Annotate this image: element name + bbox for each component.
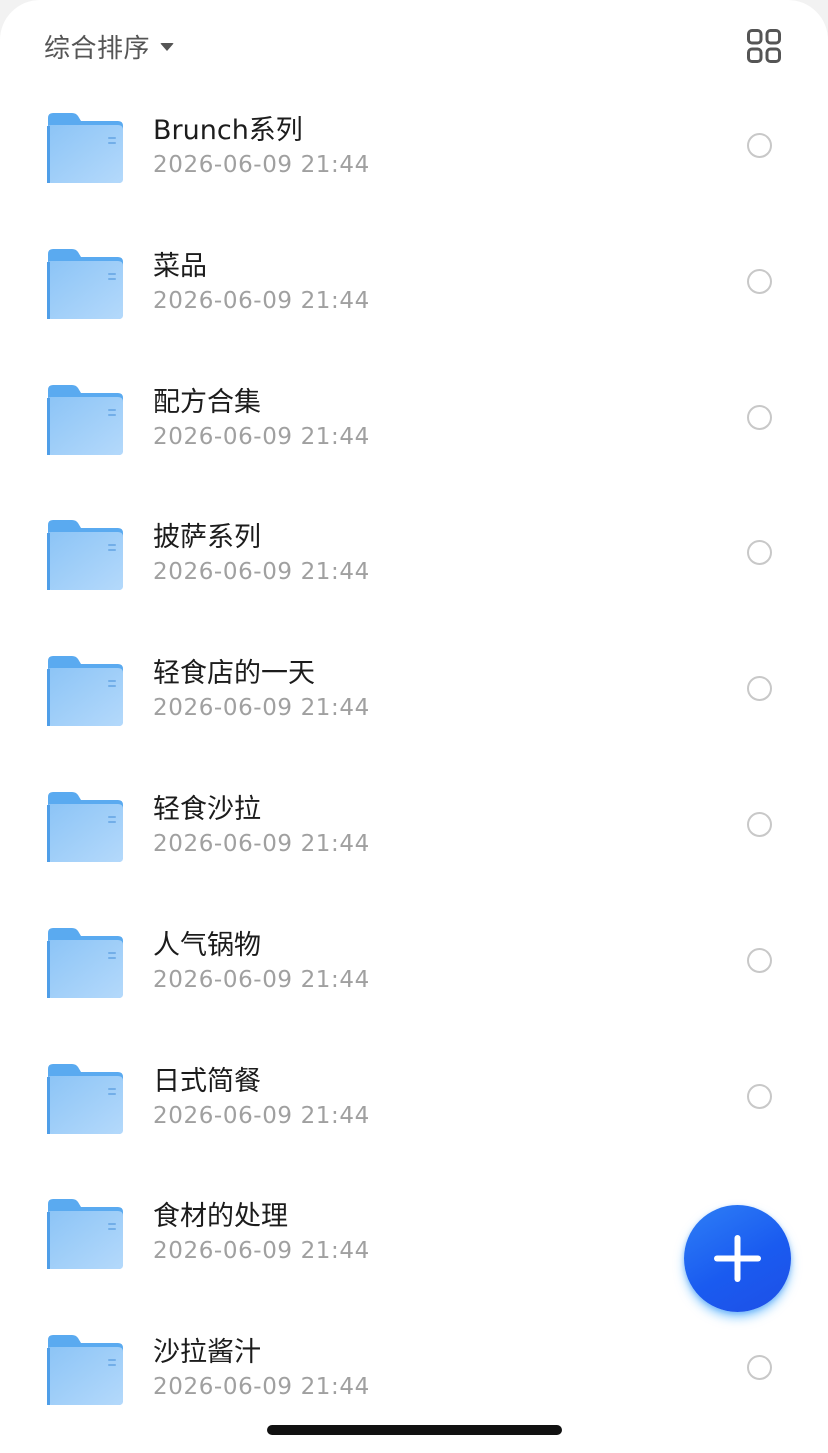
- add-button[interactable]: [684, 1205, 791, 1312]
- select-radio[interactable]: [747, 811, 772, 837]
- folder-date: 2026-06-09 21:44: [153, 830, 370, 857]
- folder-name: 轻食店的一天: [153, 658, 315, 690]
- folder-row[interactable]: 菜品 2026-06-09 21:44: [0, 214, 828, 350]
- folder-date: 2026-06-09 21:44: [153, 1374, 370, 1401]
- sort-button[interactable]: 综合排序: [44, 28, 175, 64]
- file-list-sheet: 综合排序 Brunch系列 2026-06-09 21:44 菜品 2026-06-0…: [0, 0, 828, 1453]
- folder-icon: [46, 248, 124, 320]
- grid-view-button[interactable]: [746, 28, 782, 64]
- folder-row[interactable]: 轻食沙拉 2026-06-09 21:44: [0, 757, 828, 893]
- plus-icon: [714, 1235, 761, 1282]
- folder-icon: [46, 1063, 124, 1135]
- folder-name: Brunch系列: [153, 115, 303, 146]
- folder-date: 2026-06-09 21:44: [153, 695, 370, 722]
- folder-date: 2026-06-09 21:44: [153, 1238, 370, 1265]
- folder-name: 日式简餐: [153, 1065, 261, 1097]
- folder-name: 沙拉酱汁: [153, 1337, 261, 1369]
- folder-icon: [46, 519, 124, 591]
- folder-name: 披萨系列: [153, 522, 261, 554]
- folder-icon: [46, 112, 124, 184]
- folder-row[interactable]: Brunch系列 2026-06-09 21:44: [0, 78, 828, 214]
- folder-name: 人气锅物: [153, 929, 261, 961]
- folder-name: 菜品: [153, 250, 207, 282]
- folder-icon: [46, 1334, 124, 1406]
- select-radio[interactable]: [747, 268, 772, 294]
- folder-icon: [46, 791, 124, 863]
- select-radio[interactable]: [747, 404, 772, 430]
- folder-date: 2026-06-09 21:44: [153, 966, 370, 993]
- folder-icon: [46, 384, 124, 456]
- select-radio[interactable]: [747, 1355, 772, 1381]
- folder-name: 轻食沙拉: [153, 793, 261, 825]
- folder-name: 配方合集: [153, 386, 261, 418]
- sort-label: 综合排序: [44, 33, 151, 64]
- folder-icon: [46, 927, 124, 999]
- grid-view-icon: [747, 29, 781, 63]
- caret-down-icon: [160, 43, 175, 51]
- folder-date: 2026-06-09 21:44: [153, 423, 370, 450]
- select-radio[interactable]: [747, 1083, 772, 1109]
- folder-row[interactable]: 沙拉酱汁 2026-06-09 21:44: [0, 1300, 828, 1436]
- folder-row[interactable]: 披萨系列 2026-06-09 21:44: [0, 485, 828, 621]
- home-indicator: [267, 1425, 562, 1435]
- folder-date: 2026-06-09 21:44: [153, 559, 370, 586]
- folder-icon: [46, 655, 124, 727]
- folder-row[interactable]: 日式简餐 2026-06-09 21:44: [0, 1029, 828, 1165]
- select-radio[interactable]: [747, 676, 772, 702]
- select-radio[interactable]: [747, 133, 772, 158]
- folder-date: 2026-06-09 21:44: [153, 1102, 370, 1129]
- folder-row[interactable]: 人气锅物 2026-06-09 21:44: [0, 893, 828, 1029]
- folder-row[interactable]: 配方合集 2026-06-09 21:44: [0, 350, 828, 486]
- select-radio[interactable]: [747, 947, 772, 973]
- folder-name: 食材的处理: [153, 1201, 288, 1233]
- folder-date: 2026-06-09 21:44: [153, 152, 370, 178]
- select-radio[interactable]: [747, 540, 772, 566]
- folder-date: 2026-06-09 21:44: [153, 287, 370, 314]
- folder-row[interactable]: 轻食店的一天 2026-06-09 21:44: [0, 621, 828, 757]
- folder-icon: [46, 1198, 124, 1270]
